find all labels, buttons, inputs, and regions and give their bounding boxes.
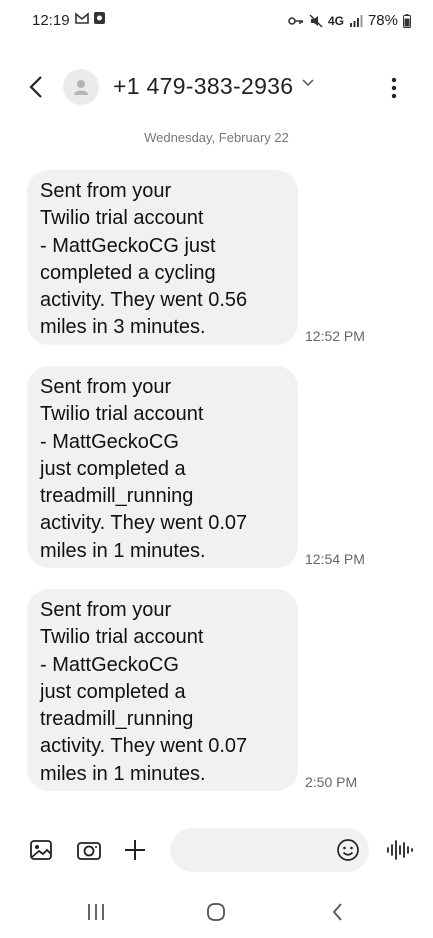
chevron-down-icon[interactable] [301, 78, 315, 88]
key-icon [288, 16, 303, 25]
message-bubble[interactable]: Sent from your Twilio trial account - Ma… [27, 366, 298, 568]
status-left-icons [75, 11, 106, 25]
avatar[interactable] [63, 69, 99, 105]
gallery-icon[interactable] [27, 836, 55, 864]
plus-icon[interactable] [121, 836, 149, 864]
signal-icon [349, 14, 363, 27]
message-time: 12:52 PM [305, 328, 365, 344]
app-notification-icon [94, 12, 105, 24]
avatar-icon [74, 80, 88, 95]
message-time: 2:50 PM [305, 774, 358, 790]
camera-icon[interactable] [75, 836, 103, 864]
mute-icon [309, 14, 323, 27]
composer-bar [0, 826, 433, 876]
gmail-icon [75, 12, 89, 24]
battery-percent: 78% [367, 12, 398, 29]
message-bubble[interactable]: Sent from your Twilio trial account - Ma… [27, 170, 298, 345]
message-bubble[interactable]: Sent from your Twilio trial account - Ma… [27, 589, 298, 791]
conversation-header: +1 479-383-2936 [0, 58, 433, 114]
contact-name[interactable]: +1 479-383-2936 [113, 73, 293, 100]
navigation-bar [0, 886, 433, 938]
home-icon[interactable] [204, 900, 228, 924]
emoji-icon[interactable] [336, 838, 360, 862]
recents-icon[interactable] [84, 900, 108, 924]
voice-icon[interactable] [385, 838, 413, 862]
back-icon[interactable] [326, 900, 350, 924]
battery-icon [403, 13, 411, 28]
status-bar: 12:19 4G 78% [0, 0, 433, 40]
status-right-icons: 4G 78% [288, 12, 411, 29]
back-icon[interactable] [22, 72, 52, 102]
status-time: 12:19 [32, 12, 70, 29]
more-vert-icon[interactable] [384, 74, 404, 102]
date-separator: Wednesday, February 22 [144, 130, 289, 145]
message-time: 12:54 PM [305, 551, 365, 567]
network-type: 4G [327, 13, 344, 28]
